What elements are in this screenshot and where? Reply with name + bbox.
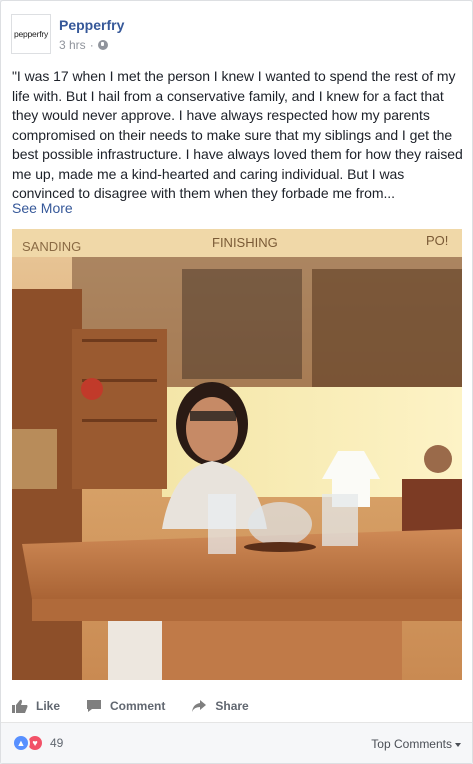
caret-down-icon [455,742,461,747]
like-button[interactable]: Like [12,699,60,713]
timestamp[interactable]: 3 hrs [59,38,86,52]
comment-button[interactable]: Comment [86,699,165,713]
post-card: pepperfry Pepperfry 3 hrs · "I was 17 wh… [0,0,473,764]
top-comments-label: Top Comments [371,737,452,751]
post-actions: Like Comment Share [12,691,462,721]
thumbs-up-icon [12,699,28,713]
meta-separator: · [89,38,94,52]
post-photo[interactable]: SANDING FINISHING PO! [12,229,462,680]
post-meta: 3 hrs · [59,38,108,52]
wall-label-sanding: SANDING [22,239,81,254]
comment-icon [87,700,102,712]
page-avatar[interactable]: pepperfry [11,14,51,54]
post-header: pepperfry Pepperfry 3 hrs · [11,14,461,58]
wall-label-finishing: FINISHING [212,235,278,250]
comment-label: Comment [110,699,166,713]
see-more-link[interactable]: See More [12,200,73,216]
post-footer: ▲ ♥ 49 Top Comments [1,723,472,763]
page-name-link[interactable]: Pepperfry [59,17,124,33]
like-label: Like [36,699,61,713]
top-comments-dropdown[interactable]: Top Comments [371,737,461,751]
share-label: Share [215,699,249,713]
reaction-count: 49 [50,736,64,750]
wall-label-po: PO! [426,233,448,248]
reactions-summary[interactable]: ▲ ♥ 49 [12,734,63,752]
share-button[interactable]: Share [191,699,249,713]
post-text: "I was 17 when I met the person I knew I… [12,68,463,201]
share-icon [192,700,207,712]
like-reaction-icon: ▲ [12,734,30,752]
globe-icon[interactable] [97,40,108,50]
logo-text: pepperfry [13,29,49,39]
